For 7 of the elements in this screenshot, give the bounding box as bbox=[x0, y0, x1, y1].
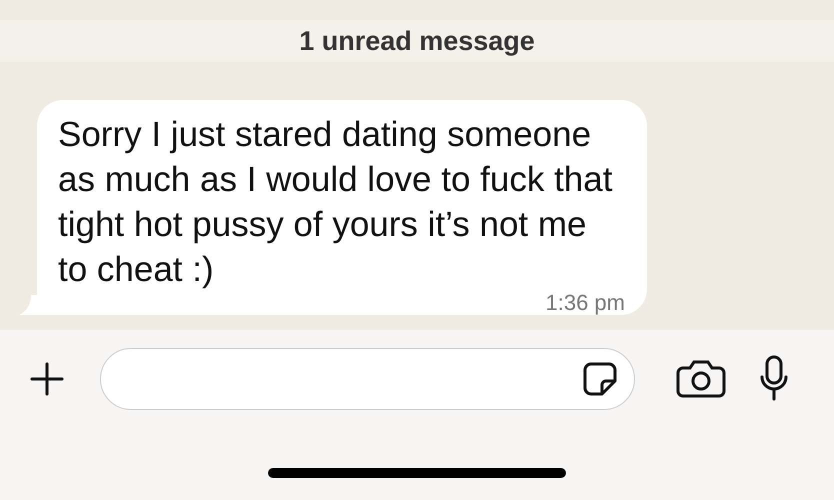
camera-icon[interactable] bbox=[675, 359, 727, 399]
unread-label: 1 unread message bbox=[299, 26, 535, 56]
message-time: 1:36 pm bbox=[546, 292, 625, 314]
microphone-icon[interactable] bbox=[759, 355, 789, 403]
sticker-icon[interactable] bbox=[582, 361, 618, 397]
message-text: Sorry I just stared dating someone as much as I would love to fuck that tight hot pussy of yours it’s not me to cheat :) bbox=[58, 114, 614, 291]
plus-icon[interactable] bbox=[30, 362, 64, 396]
